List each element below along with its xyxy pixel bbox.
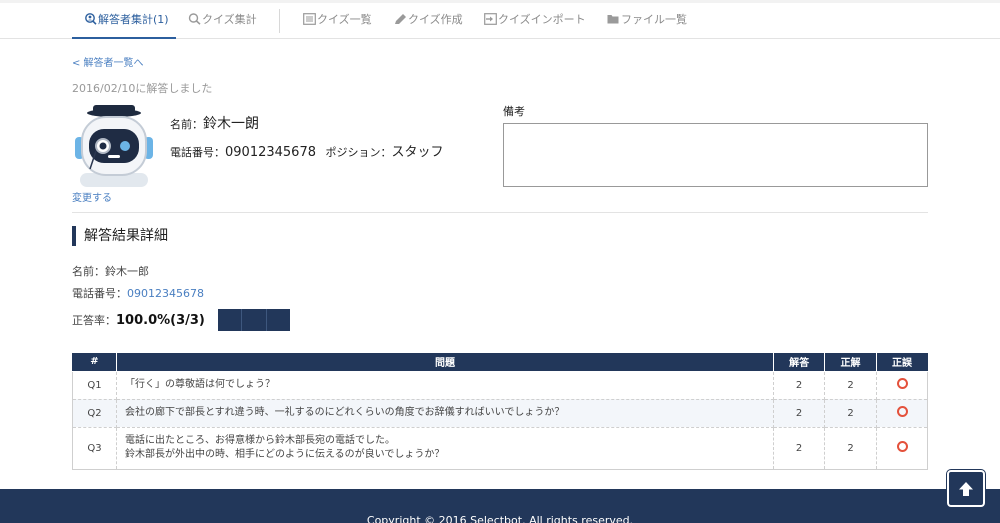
table-row: Q2 会社の廊下で部長とすれ違う時、一礼するのにどれくらいの角度でお辞儀すればい…: [72, 398, 928, 428]
header-number: #: [72, 353, 117, 372]
copyright-text: Copyright © 2016 Selectbot. All rights r…: [366, 514, 634, 523]
tab-label: クイズインポート: [498, 13, 586, 26]
profile-name-label: 名前：: [170, 118, 203, 131]
header-answer: 解答: [773, 353, 826, 372]
table-row: Q3 電話に出たところ、お得意様から鈴木部長宛の電話でした。 鈴木部長が外出中の…: [72, 426, 928, 470]
arrow-up-icon: [959, 481, 973, 496]
detail-name-value: 鈴木一郎: [105, 265, 149, 278]
rate-bar-segment: [242, 309, 267, 331]
correct-circle-icon: [896, 406, 908, 417]
robot-avatar: [75, 105, 153, 187]
detail-rate-value: 100.0%(3/3): [116, 313, 205, 328]
list-icon: [303, 13, 316, 25]
main-nav: 解答者集計(1) クイズ集計 クイズ一覧 クイズ作成 クイズインポート ファイル…: [0, 3, 1000, 39]
folder-icon: [607, 15, 619, 24]
question-line: 電話に出たところ、お得意様から鈴木部長宛の電話でした。: [124, 435, 395, 446]
change-avatar-link[interactable]: 変更する: [72, 189, 112, 204]
tab-label: クイズ集計: [202, 13, 257, 26]
back-to-respondents-link[interactable]: < 解答者一覧へ: [72, 54, 144, 69]
tab-quiz-summary[interactable]: クイズ集計: [188, 3, 257, 39]
pencil-icon: [395, 14, 406, 24]
cell-result: [876, 398, 928, 428]
detail-phone-link[interactable]: 09012345678: [127, 287, 204, 300]
profile-position-label: ポジション：: [325, 146, 392, 159]
cell-result: [876, 370, 928, 400]
tab-label: クイズ作成: [408, 13, 463, 26]
detail-correct-rate: 正答率：100.0%(3/3): [72, 312, 205, 328]
tab-quiz-list[interactable]: クイズ一覧: [303, 3, 372, 39]
import-icon: [484, 13, 497, 25]
section-divider: [72, 212, 928, 213]
rate-bar-segment: [267, 309, 290, 331]
cell-result: [876, 426, 928, 470]
question-line: 鈴木部長が外出中の時、相手にどのように伝えるのが良いでしょうか？: [124, 449, 445, 460]
correct-circle-icon: [896, 441, 908, 452]
tab-quiz-create[interactable]: クイズ作成: [394, 3, 463, 39]
result-detail-title: 解答結果詳細: [72, 226, 168, 246]
scroll-to-top-button[interactable]: [947, 470, 985, 507]
tab-label: ファイル一覧: [621, 13, 687, 26]
user-search-icon: [85, 13, 97, 25]
profile-phone-label: 電話番号：: [170, 146, 225, 159]
tab-label: クイズ一覧: [317, 13, 372, 26]
cell-question: 電話に出たところ、お得意様から鈴木部長宛の電話でした。 鈴木部長が外出中の時、相…: [115, 426, 775, 470]
correct-circle-icon: [896, 378, 908, 389]
cell-number: Q1: [72, 370, 117, 400]
detail-name-label: 名前：: [72, 265, 105, 278]
results-table: # 問題 解答 正解 正誤 Q1 「行く」の尊敬語は何でしょう？ 2 2 Q2 …: [72, 353, 928, 470]
memo-label: 備考: [503, 105, 525, 118]
cell-correct: 2: [824, 370, 878, 400]
cell-number: Q3: [72, 426, 117, 470]
search-icon: [188, 13, 201, 25]
cell-question: 「行く」の尊敬語は何でしょう？: [115, 370, 775, 400]
cell-answer: 2: [773, 398, 826, 428]
detail-rate-label: 正答率：: [72, 314, 116, 327]
header-result: 正誤: [876, 353, 928, 372]
cell-number: Q2: [72, 398, 117, 428]
correct-rate-bar: [218, 309, 290, 331]
rate-bar-segment: [218, 309, 243, 331]
cell-correct: 2: [824, 398, 878, 428]
detail-name: 名前：鈴木一郎: [72, 263, 149, 279]
answered-date: 2016/02/10に解答しました: [72, 82, 213, 95]
memo-textbox[interactable]: [503, 123, 928, 187]
cell-question: 会社の廊下で部長とすれ違う時、一礼するのにどれくらいの角度でお辞儀すればいいでし…: [115, 398, 775, 428]
header-question: 問題: [115, 353, 775, 372]
nav-divider: [279, 9, 280, 33]
cell-correct: 2: [824, 426, 878, 470]
table-row: Q1 「行く」の尊敬語は何でしょう？ 2 2: [72, 370, 928, 400]
header-correct-answer: 正解: [824, 353, 878, 372]
detail-phone-label: 電話番号：: [72, 287, 127, 300]
footer: Copyright © 2016 Selectbot. All rights r…: [0, 489, 1000, 523]
profile-name: 名前：鈴木一朗: [170, 113, 259, 133]
profile-phone-value: 09012345678: [225, 145, 316, 160]
table-header-row: # 問題 解答 正解 正誤: [72, 353, 928, 372]
tab-file-list[interactable]: ファイル一覧: [607, 3, 687, 39]
cell-answer: 2: [773, 370, 826, 400]
profile-contact: 電話番号：09012345678 ポジション：スタッフ: [170, 141, 444, 160]
profile-position-value: スタッフ: [391, 145, 444, 160]
tab-label: 解答者集計(1): [98, 13, 169, 26]
detail-phone: 電話番号：09012345678: [72, 285, 204, 301]
tab-quiz-import[interactable]: クイズインポート: [484, 3, 586, 39]
cell-answer: 2: [773, 426, 826, 470]
profile-name-value: 鈴木一朗: [203, 116, 259, 132]
tab-respondent-summary[interactable]: 解答者集計(1): [72, 3, 176, 39]
